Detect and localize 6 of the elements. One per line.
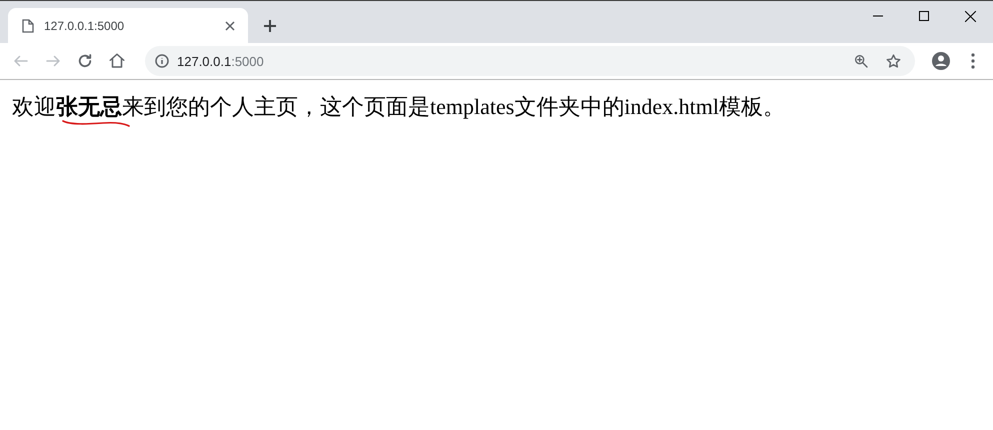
page-icon: [22, 18, 34, 32]
browser-tab[interactable]: 127.0.0.1:5000: [8, 8, 248, 43]
tab-title: 127.0.0.1:5000: [44, 18, 126, 32]
profile-icon[interactable]: [929, 49, 953, 73]
welcome-text: 欢迎张无忌来到您的个人主页，这个页面是templates文件夹中的index.html模板。: [12, 93, 786, 121]
info-icon[interactable]: [155, 54, 169, 68]
